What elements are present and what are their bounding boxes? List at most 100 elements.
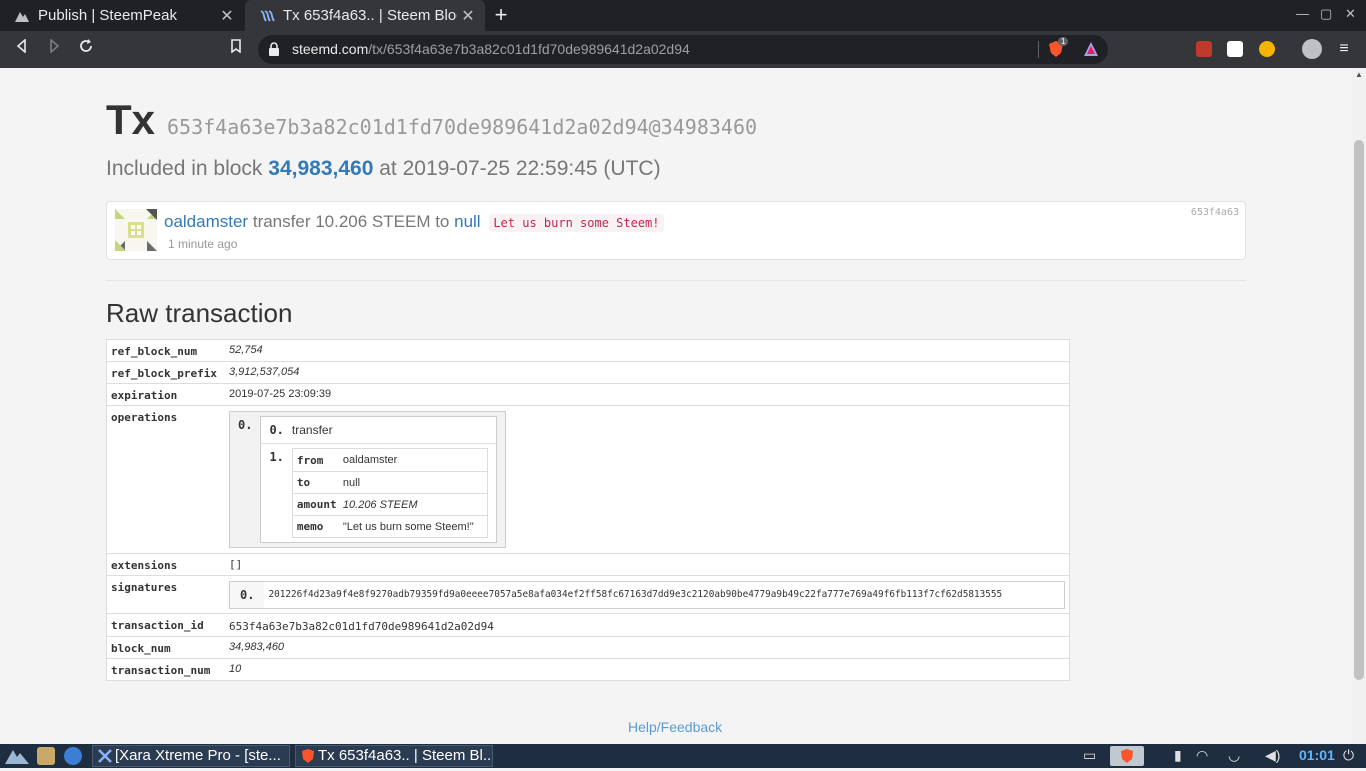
row-key: signatures [106,575,225,614]
row-key: expiration [106,383,225,406]
field-key: amount [296,498,337,511]
close-icon[interactable]: ✕ [457,6,479,26]
volume-icon[interactable]: ◀) [1265,747,1280,764]
list-item: from oaldamster [293,449,487,471]
menu-icon[interactable]: ≡ [1333,38,1355,60]
forward-icon[interactable] [43,38,65,60]
clock: 01:01 [1299,747,1335,763]
start-menu-icon[interactable] [4,747,30,765]
list-index: 0. [269,423,284,437]
new-tab-button[interactable]: + [490,4,512,26]
address-bar[interactable]: steemd.com/tx/653f4a63e7b3a82c01d1fd70de… [258,35,1108,64]
brave-tray-icon[interactable] [1110,746,1144,766]
list-index: 0. [238,418,253,432]
scroll-up-icon[interactable]: ▲ [1355,70,1363,79]
power-icon[interactable]: ⏻ [1343,747,1354,764]
block-link[interactable]: 34,983,460 [268,157,373,180]
brave-icon [302,749,314,763]
scroll-thumb[interactable] [1354,140,1364,680]
row-key: operations [106,405,225,554]
bookmark-icon[interactable] [225,38,247,60]
reload-icon[interactable] [75,38,97,60]
taskbar: [Xara Xtreme Pro - [ste... Tx 653f4a63..… [0,744,1366,768]
list-item: memo "Let us burn some Steem!" [292,515,487,537]
avatar[interactable] [115,209,157,251]
raw-transaction-table: ref_block_num 52,754 ref_block_prefix 3,… [106,339,1070,681]
table-row: signatures 0. 201226f4d23a9f4e8f9270adb7… [106,575,1070,614]
operation-type: transfer [291,423,333,437]
row-value: 0. 0. transfer 1. from oaldamster to nul… [225,405,1070,554]
row-key: ref_block_prefix [106,361,225,384]
steempeak-icon [14,8,30,24]
row-value: [] [225,553,1070,576]
close-icon[interactable]: ✕ [216,6,238,26]
browser-tab-bar: Publish | SteemPeak ✕ Tx 653f4a63.. | St… [0,0,1366,31]
to-user-link[interactable]: null [454,212,480,231]
extension-icon[interactable] [1196,41,1212,57]
windows-tray-icon[interactable]: ▭ [1083,747,1096,764]
list-index: 0. [240,588,255,602]
task-title: [Xara Xtreme Pro - [ste... [115,747,281,764]
timestamp: 1 minute ago [168,237,238,251]
minimize-icon[interactable]: — [1296,6,1309,21]
browser-launcher-icon[interactable] [64,747,82,765]
table-row: ref_block_prefix 3,912,537,054 [106,361,1070,384]
url-host: steemd.com [292,41,369,57]
operation-summary: oaldamster transfer 10.206 STEEM to null… [164,212,664,232]
tab-steemd[interactable]: Tx 653f4a63.. | Steem Block ✕ [245,0,485,31]
operation-id-link[interactable]: 653f4a63 [1191,207,1239,218]
profile-avatar[interactable] [1302,39,1322,59]
raw-transaction-heading: Raw transaction [106,298,293,328]
from-user-link[interactable]: oaldamster [164,212,248,231]
steem-icon [259,8,275,24]
help-feedback-link[interactable]: Help/Feedback [628,719,722,735]
url-text: steemd.com/tx/653f4a63e7b3a82c01d1fd70de… [292,41,690,57]
field-key: to [296,476,311,489]
included-in-block: Included in block 34,983,460 at 2019-07-… [106,157,661,181]
file-manager-icon[interactable] [37,747,55,765]
operation-card: oaldamster transfer 10.206 STEEM to null… [106,201,1246,260]
vertical-scrollbar[interactable]: ▲ [1352,68,1366,744]
taskbar-task-browser[interactable]: Tx 653f4a63.. | Steem Bl... [295,745,493,767]
field-value: "Let us burn some Steem!" [342,520,474,533]
row-value: 653f4a63e7b3a82c01d1fd70de989641d2a02d94 [225,613,1070,637]
tab-steempeak[interactable]: Publish | SteemPeak ✕ [0,0,244,31]
included-prefix: Included in block [106,157,263,180]
network-icon[interactable]: ◠ [1196,747,1208,764]
field-key: from [296,453,324,467]
row-key: block_num [106,636,225,659]
operation-fields: from oaldamster to null amount 10.206 ST… [291,448,488,538]
wifi-icon[interactable]: ◡ [1228,747,1240,764]
row-key: extensions [106,553,225,576]
table-row: transaction_id 653f4a63e7b3a82c01d1fd70d… [106,613,1070,637]
extension-icon[interactable] [1259,41,1275,57]
row-value: 34,983,460 [225,636,1070,659]
table-row: ref_block_num 52,754 [107,340,1070,362]
task-title: Tx 653f4a63.. | Steem Bl... [318,747,493,764]
brave-rewards-icon[interactable] [1083,41,1099,57]
list-item: amount 10.206 STEEM [292,493,487,515]
row-value: 0. 201226f4d23a9f4e8f9270adb79359fd9a0ee… [225,575,1070,614]
usb-icon[interactable]: ▮ [1174,747,1182,764]
maximize-icon[interactable]: ▢ [1320,6,1332,22]
brave-shield-icon[interactable]: 1 [1047,37,1069,58]
signatures-list: 0. 201226f4d23a9f4e8f9270adb79359fd9a0ee… [229,581,1065,609]
taskbar-task-xara[interactable]: [Xara Xtreme Pro - [ste... [92,745,290,767]
xara-icon [98,749,112,763]
title-label: Tx [106,96,156,143]
list-index: 1. [269,450,284,464]
close-window-icon[interactable]: ✕ [1345,6,1356,22]
extension-icon[interactable] [1227,41,1243,57]
lock-icon [269,42,279,56]
shield-badge: 1 [1058,37,1069,46]
included-suffix: at 2019-07-25 22:59:45 (UTC) [379,157,661,180]
tab-title: Publish | SteemPeak [38,7,177,24]
back-icon[interactable] [11,38,33,60]
memo-badge: Let us burn some Steem! [489,214,664,232]
row-value: 52,754 [229,344,263,356]
browser-toolbar: steemd.com/tx/653f4a63e7b3a82c01d1fd70de… [0,31,1366,68]
operation-action: transfer 10.206 STEEM to [252,212,450,231]
page-title: Tx 653f4a63e7b3a82c01d1fd70de989641d2a02… [106,96,757,144]
table-row: block_num 34,983,460 [106,636,1070,659]
table-row: expiration 2019-07-25 23:09:39 [106,383,1070,406]
